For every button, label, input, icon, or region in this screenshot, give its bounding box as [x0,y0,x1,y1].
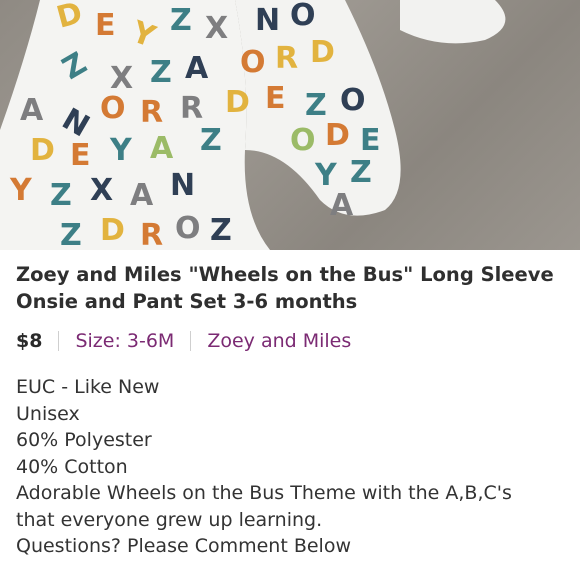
svg-text:O: O [290,0,316,33]
divider [58,331,60,351]
svg-text:O: O [100,91,126,126]
svg-text:Z: Z [170,3,192,38]
description-line: EUC - Like New [16,376,160,398]
svg-text:O: O [175,211,201,246]
svg-text:D: D [325,118,350,153]
svg-text:O: O [290,123,316,158]
brand-link[interactable]: Zoey and Miles [207,328,351,354]
svg-text:Z: Z [50,178,72,213]
svg-text:Z: Z [60,218,82,250]
svg-text:X: X [205,11,228,46]
svg-text:R: R [180,91,203,126]
svg-text:R: R [140,95,163,130]
svg-text:R: R [140,218,163,250]
product-photo[interactable]: D E Y Z X N O Z X Z A O R D A N O R R D … [0,0,580,250]
svg-text:Z: Z [305,88,327,123]
divider [190,331,192,351]
listing-title: Zoey and Miles "Wheels on the Bus" Long … [16,263,554,313]
description-line: 60% Polyester [16,429,152,451]
pants-illustration: D E Y Z X N O Z X Z A O R D A N O R R D … [0,0,506,250]
listing-meta: $8 Size: 3-6M Zoey and Miles [16,328,351,354]
description-line: Adorable Wheels on the Bus Theme with th… [16,482,512,504]
svg-text:E: E [95,8,116,43]
svg-text:E: E [360,123,381,158]
svg-text:A: A [330,188,354,223]
svg-text:D: D [30,133,55,168]
svg-text:A: A [185,51,209,86]
svg-text:A: A [20,93,44,128]
svg-text:D: D [225,85,250,120]
svg-text:N: N [255,3,280,38]
description-line: Questions? Please Comment Below [16,535,351,557]
listing-description: EUC - Like New Unisex 60% Polyester 40% … [16,374,572,560]
svg-text:E: E [70,138,91,173]
description-line: 40% Cotton [16,455,128,478]
svg-text:A: A [130,178,154,213]
size-link[interactable]: Size: 3-6M [75,328,174,354]
svg-text:R: R [275,41,298,76]
svg-text:A: A [150,131,174,166]
svg-text:E: E [265,81,286,116]
svg-text:O: O [340,83,366,118]
price: $8 [16,330,43,352]
svg-text:Z: Z [350,155,372,190]
svg-text:Z: Z [200,123,222,158]
svg-text:D: D [310,35,335,70]
description-line: that everyone grew up learning. [16,508,323,531]
svg-text:N: N [170,168,195,203]
svg-text:Y: Y [9,173,33,208]
svg-text:X: X [90,173,113,208]
svg-text:D: D [100,213,125,248]
svg-text:Z: Z [210,213,232,248]
svg-text:Z: Z [150,55,172,90]
svg-text:O: O [240,45,266,80]
description-line: Unisex [16,402,80,425]
svg-text:Y: Y [109,133,133,168]
